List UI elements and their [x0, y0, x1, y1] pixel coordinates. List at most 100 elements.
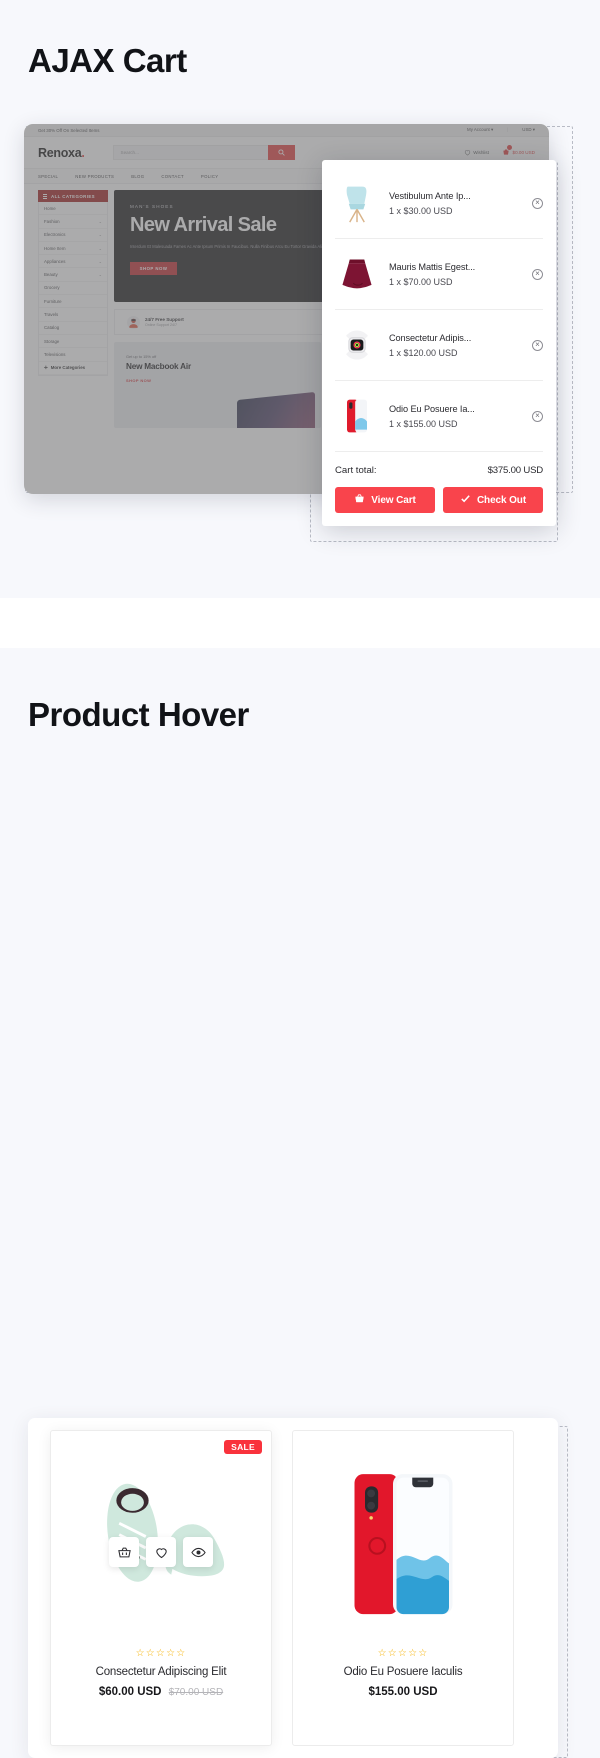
product-info: ☆☆☆☆☆ Consectetur Adipiscing Elit $60.00… [51, 1644, 271, 1712]
logo-text: Renoxa [38, 145, 82, 160]
cart-item-name[interactable]: Odio Eu Posuere Ia... [389, 404, 511, 414]
view-cart-label: View Cart [371, 494, 416, 506]
chevron-down-icon: ⌄ [98, 245, 102, 251]
cart-item-name[interactable]: Vestibulum Ante Ip... [389, 191, 511, 201]
eye-icon[interactable] [183, 1537, 213, 1568]
product-price: $60.00 USD [98, 1686, 162, 1698]
cart-item-qty-price: 1 x $155.00 USD [389, 418, 458, 429]
product-grid: SALE ☆☆☆☆☆ Consectetur Adipiscing Elit $… [28, 1418, 558, 1758]
chevron-down-icon: ⌄ [98, 258, 102, 264]
cart-item: Consectetur Adipis... 1 x $120.00 USD × [335, 310, 543, 381]
close-icon[interactable]: × [532, 410, 543, 422]
product-price: $155.00 USD [368, 1686, 438, 1698]
sidebar-item-catalog[interactable]: Catalog [39, 322, 107, 335]
cart-icon [502, 145, 513, 157]
cart-item-info: Odio Eu Posuere Ia... 1 x $155.00 USD [389, 404, 521, 429]
search-input[interactable]: Search... [112, 145, 268, 160]
sidebar-item-grocery[interactable]: Grocery [39, 282, 107, 296]
nav-item-special[interactable]: SPECIAL [38, 174, 58, 179]
heart-icon[interactable] [146, 1537, 176, 1568]
hero-shop-now-button[interactable]: SHOP NOW [130, 261, 177, 275]
basket-icon [354, 493, 365, 507]
feature-title: 24/7 Free Support [145, 316, 184, 322]
sidebar-item-storage[interactable]: Storage [39, 335, 107, 349]
cart-count-badge [507, 145, 513, 150]
sidebar-item-appliances[interactable]: Appliances ⌄ [39, 255, 107, 269]
cart-item: Odio Eu Posuere Ia... 1 x $155.00 USD × [335, 381, 543, 452]
cart-item-qty-price: 1 x $70.00 USD [389, 276, 453, 287]
promo-kicker: Get up to 15% off [126, 354, 157, 359]
product-prices: $155.00 USD [299, 1686, 507, 1698]
skirt-thumb [335, 250, 378, 298]
product-old-price: $70.00 USD [168, 1687, 224, 1698]
ajax-cart-panel: Vestibulum Ante Ip... 1 x $30.00 USD × M… [322, 160, 556, 526]
promo-macbook[interactable]: Get up to 15% off New Macbook Air SHOP N… [114, 342, 321, 428]
cart-amount: $0.00 USD [512, 150, 535, 155]
my-account-menu[interactable]: My Account ▾ [467, 127, 493, 133]
cart-item-name[interactable]: Mauris Mattis Egest... [389, 262, 511, 272]
cart-item-name[interactable]: Consectetur Adipis... [389, 333, 511, 343]
cart-item: Mauris Mattis Egest... 1 x $70.00 USD × [335, 239, 543, 310]
site-logo[interactable]: Renoxa. [38, 146, 85, 160]
product-prices: $60.00 USD $70.00 USD [57, 1686, 265, 1698]
category-sidebar: ALL CATEGORIES Home Fashion ⌄ Electronics… [24, 184, 108, 494]
promo-shop-now-link[interactable]: SHOP NOW [126, 378, 321, 383]
feature-support: 24/7 Free Support Online Support 24/7 [115, 310, 325, 334]
ajax-cart-section: AJAX Cart Get 30% Off On Selected Items … [0, 0, 600, 598]
close-icon[interactable]: × [532, 268, 543, 280]
product-name[interactable]: Odio Eu Posuere Iaculis [299, 1666, 507, 1678]
basket-icon[interactable] [109, 1537, 139, 1568]
sidebar-item-home[interactable]: Home [39, 202, 107, 216]
promo-title: New Macbook Air [126, 362, 191, 371]
cart-total-value: $375.00 USD [487, 465, 544, 476]
sidebar-item-beauty[interactable]: Beauty ⌄ [39, 268, 107, 282]
product-image-sneakers [51, 1431, 271, 1644]
checkout-button[interactable]: Check Out [443, 487, 543, 513]
rating-stars: ☆☆☆☆☆ [377, 1648, 429, 1659]
sale-badge: SALE [224, 1440, 262, 1454]
cart-item-qty-price: 1 x $30.00 USD [389, 205, 453, 216]
wishlist-link[interactable]: Wishlist [464, 149, 489, 157]
nav-item-new-products[interactable]: NEW PRODUCTS [75, 174, 114, 179]
sidebar-item-travels[interactable]: Travels [39, 308, 107, 322]
nav-item-blog[interactable]: BLOG [131, 174, 144, 179]
logo-dot: . [81, 145, 85, 160]
utility-bar: Get 30% Off On Selected Items My Account… [24, 124, 549, 137]
sidebar-item-furniture[interactable]: Furniture [39, 295, 107, 309]
mini-cart-link[interactable]: $0.00 USD [502, 145, 535, 157]
cart-total-label: Cart total: [335, 465, 377, 476]
cart-total-row: Cart total: $375.00 USD [335, 452, 543, 487]
all-categories-label: ALL CATEGORIES [51, 193, 95, 199]
chevron-down-icon: ⌄ [98, 218, 102, 224]
product-info: ☆☆☆☆☆ Odio Eu Posuere Iaculis $155.00 US… [293, 1644, 513, 1712]
currency-menu[interactable]: USD ▾ [522, 127, 535, 133]
product-hover-actions [109, 1537, 213, 1568]
chevron-down-icon: ⌄ [98, 232, 102, 238]
close-icon[interactable]: × [532, 197, 543, 209]
chevron-down-icon: ⌄ [98, 272, 102, 278]
rating-stars: ☆☆☆☆☆ [135, 1648, 187, 1659]
cart-item-info: Consectetur Adipis... 1 x $120.00 USD [389, 333, 521, 358]
sidebar-item-home-item[interactable]: Home Item ⌄ [39, 242, 107, 256]
product-card[interactable]: SALE ☆☆☆☆☆ Consectetur Adipiscing Elit $… [50, 1430, 272, 1746]
nav-item-contact[interactable]: CONTACT [161, 174, 184, 179]
product-name[interactable]: Consectetur Adipiscing Elit [57, 1666, 265, 1678]
nav-item-policy[interactable]: POLICY [201, 174, 219, 179]
sidebar-item-more-categories[interactable]: ✛ More Categories [39, 362, 107, 375]
heart-icon [464, 149, 471, 157]
sidebar-item-televisions[interactable]: Televisions [39, 348, 107, 362]
close-icon[interactable]: × [532, 339, 543, 351]
sidebar-item-electronics[interactable]: Electronics ⌄ [39, 229, 107, 242]
checkout-label: Check Out [476, 494, 527, 506]
page-title-product-hover: Product Hover [28, 696, 249, 733]
cart-item-info: Vestibulum Ante Ip... 1 x $30.00 USD [389, 191, 521, 216]
cart-item-qty-price: 1 x $120.00 USD [389, 347, 458, 358]
all-categories-header[interactable]: ALL CATEGORIES [38, 190, 108, 202]
product-card[interactable]: ☆☆☆☆☆ Odio Eu Posuere Iaculis $155.00 US… [292, 1430, 514, 1746]
search-icon[interactable] [267, 145, 295, 160]
promo-text: Get 30% Off On Selected Items [38, 127, 100, 133]
view-cart-button[interactable]: View Cart [335, 487, 435, 513]
chair-thumb [335, 179, 378, 227]
product-hover-section: Product Hover SALE ☆☆☆☆☆ Consectetur Adi… [0, 648, 600, 1758]
sidebar-item-fashion[interactable]: Fashion ⌄ [39, 215, 107, 229]
